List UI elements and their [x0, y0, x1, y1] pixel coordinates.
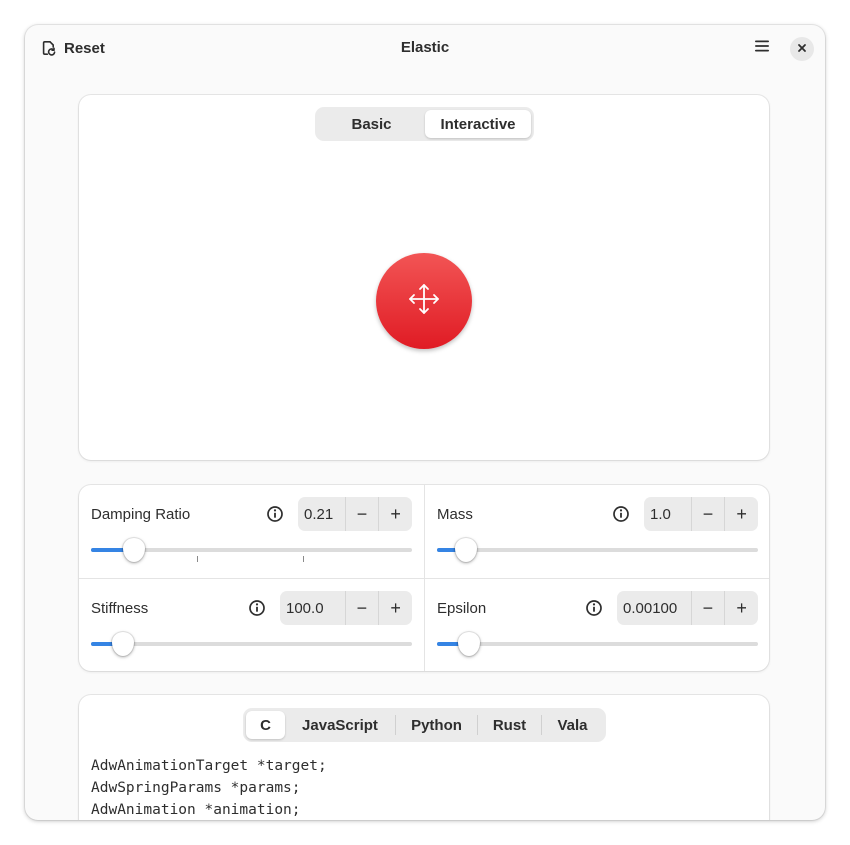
window-title: Elastic: [400, 39, 450, 56]
main-menu-button[interactable]: [747, 33, 777, 63]
slider-trough: [91, 642, 412, 646]
spring-parameters-card: Damping Ratio 0.21 − + Mass 1.0 − + Stif…: [79, 485, 769, 671]
epsilon-value[interactable]: 0.00100: [617, 591, 692, 625]
increment-button[interactable]: +: [725, 497, 758, 531]
tab-interactive[interactable]: Interactive: [425, 110, 531, 138]
close-icon: [797, 40, 807, 58]
damping-ratio-value[interactable]: 0.21: [298, 497, 346, 531]
stiffness-spinbutton: 100.0 − +: [280, 591, 412, 625]
damping-ratio-slider[interactable]: [91, 538, 412, 562]
info-icon[interactable]: [266, 505, 284, 523]
mass-slider[interactable]: [437, 538, 758, 562]
decrement-button[interactable]: −: [346, 497, 380, 531]
code-line: AdwAnimationTarget *target;: [91, 758, 327, 774]
slider-trough: [437, 642, 758, 646]
tab-rust[interactable]: Rust: [478, 711, 541, 739]
hamburger-menu-icon: [754, 39, 770, 58]
epsilon-row: Epsilon 0.00100 − +: [425, 579, 770, 672]
epsilon-spinbutton: 0.00100 − +: [617, 591, 758, 625]
mass-value[interactable]: 1.0: [644, 497, 692, 531]
damping-ratio-label: Damping Ratio: [91, 506, 191, 523]
code-line: AdwSpringParams *params;: [91, 780, 301, 796]
tab-basic[interactable]: Basic: [318, 110, 425, 138]
decrement-button[interactable]: −: [692, 497, 726, 531]
damping-ratio-row: Damping Ratio 0.21 − +: [79, 485, 424, 578]
slider-handle[interactable]: [455, 538, 477, 562]
slider-mark: [197, 556, 198, 562]
mass-spinbutton: 1.0 − +: [644, 497, 758, 531]
code-view[interactable]: AdwAnimationTarget *target; AdwSpringPar…: [91, 755, 327, 820]
info-icon[interactable]: [585, 599, 603, 617]
slider-handle[interactable]: [112, 632, 134, 656]
slider-mark: [303, 556, 304, 562]
increment-button[interactable]: +: [725, 591, 758, 625]
stiffness-value[interactable]: 100.0: [280, 591, 346, 625]
demo-mode-switcher: Basic Interactive: [315, 107, 534, 141]
move-arrows-icon: [407, 282, 441, 321]
mass-label: Mass: [437, 506, 473, 523]
stiffness-row: Stiffness 100.0 − +: [79, 579, 424, 672]
mass-row: Mass 1.0 − +: [425, 485, 770, 578]
damping-ratio-spinbutton: 0.21 − +: [298, 497, 412, 531]
close-button[interactable]: [790, 37, 814, 61]
stiffness-label: Stiffness: [91, 600, 149, 617]
draggable-ball[interactable]: [376, 253, 472, 349]
slider-trough: [437, 548, 758, 552]
stiffness-slider[interactable]: [91, 632, 412, 656]
increment-button[interactable]: +: [379, 591, 412, 625]
slider-handle[interactable]: [458, 632, 480, 656]
info-icon[interactable]: [248, 599, 266, 617]
code-sample-card: C JavaScript Python Rust Vala AdwAnimati…: [79, 695, 769, 820]
tab-javascript[interactable]: JavaScript: [285, 711, 395, 739]
animation-preview-card: Basic Interactive: [79, 95, 769, 460]
epsilon-label: Epsilon: [437, 600, 487, 617]
epsilon-slider[interactable]: [437, 632, 758, 656]
language-switcher: C JavaScript Python Rust Vala: [243, 708, 606, 742]
increment-button[interactable]: +: [379, 497, 412, 531]
info-icon[interactable]: [612, 505, 630, 523]
decrement-button[interactable]: −: [692, 591, 726, 625]
code-line: AdwAnimation *animation;: [91, 802, 301, 818]
header-bar: Reset Elastic: [25, 25, 825, 71]
tab-c[interactable]: C: [246, 711, 285, 739]
slider-handle[interactable]: [123, 538, 145, 562]
tab-vala[interactable]: Vala: [542, 711, 603, 739]
decrement-button[interactable]: −: [346, 591, 380, 625]
tab-python[interactable]: Python: [396, 711, 477, 739]
app-window: Reset Elastic Basic Interactive Damping …: [25, 25, 825, 820]
